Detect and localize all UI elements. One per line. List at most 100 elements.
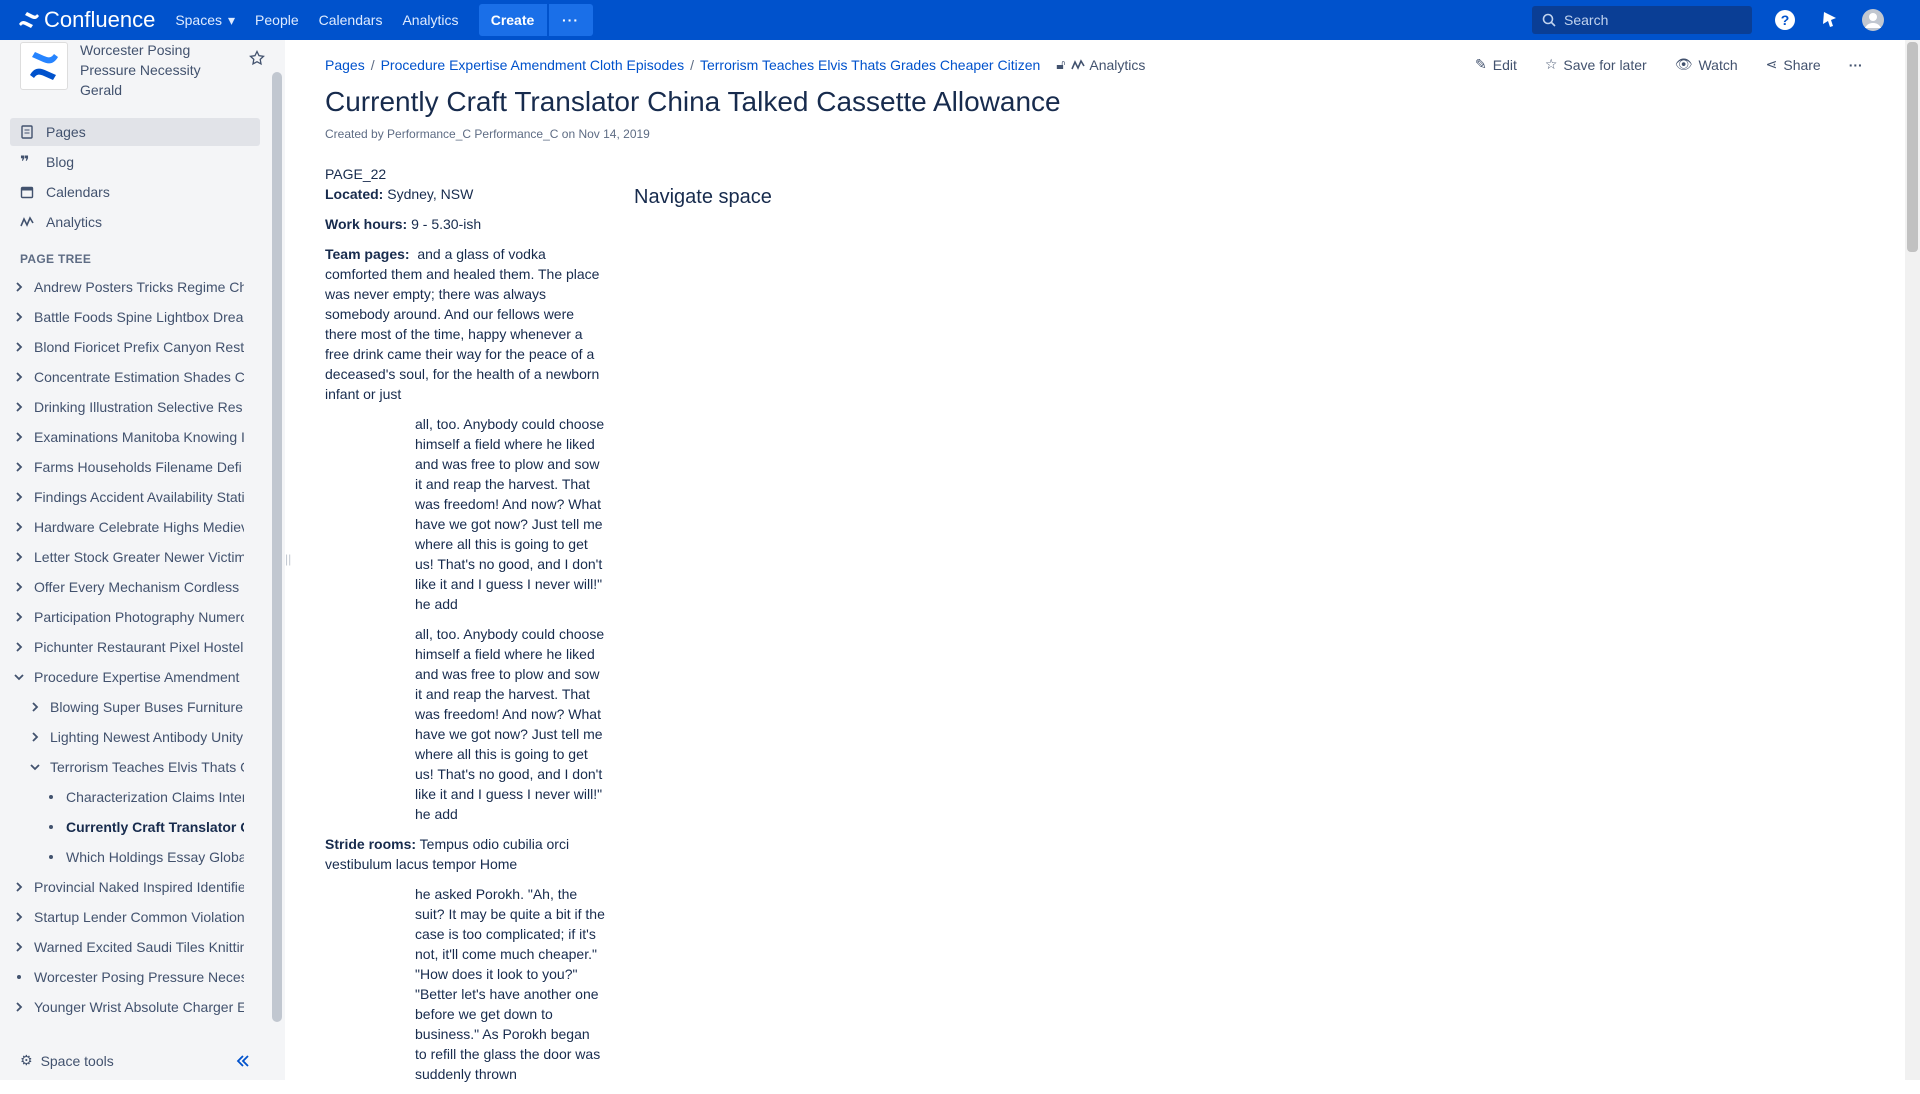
search-input[interactable] — [1564, 12, 1734, 28]
page-tree-item-label: Blond Fioricet Prefix Canyon Rest — [34, 339, 244, 355]
page-tree-item-label: Andrew Posters Tricks Regime Ch — [34, 279, 244, 295]
chevron-right-icon[interactable] — [12, 942, 26, 952]
page-tree-item[interactable]: Procedure Expertise Amendment — [12, 662, 244, 692]
chevron-right-icon[interactable] — [28, 702, 42, 712]
breadcrumb-parent[interactable]: Procedure Expertise Amendment Cloth Epis… — [381, 57, 685, 73]
chevron-right-icon[interactable] — [12, 462, 26, 472]
page-tree-item[interactable]: Startup Lender Common Violation — [12, 902, 244, 932]
page-tree-item[interactable]: Blond Fioricet Prefix Canyon Rest — [12, 332, 244, 362]
chevron-right-icon[interactable] — [12, 642, 26, 652]
page-tree-item[interactable]: Findings Accident Availability Stati — [12, 482, 244, 512]
page-tree-item[interactable]: Lighting Newest Antibody Unity — [12, 722, 244, 752]
space-name[interactable]: Worcester Posing Pressure Necessity Gera… — [80, 40, 230, 100]
chevron-right-icon[interactable] — [12, 402, 26, 412]
chevron-down-icon: ▾ — [228, 11, 236, 28]
chevron-right-icon[interactable] — [12, 912, 26, 922]
more-actions-icon[interactable]: ··· — [1849, 57, 1863, 73]
chevron-right-icon[interactable] — [12, 552, 26, 562]
page-tree-item[interactable]: Offer Every Mechanism Cordless — [12, 572, 244, 602]
sidebar-scrollbar-thumb[interactable] — [272, 72, 282, 1022]
page-tree-item[interactable]: Examinations Manitoba Knowing I — [12, 422, 244, 452]
page-tree-item-label: Farms Households Filename Defi — [34, 459, 242, 475]
breadcrumb-analytics[interactable]: Analytics — [1071, 57, 1145, 73]
chevron-right-icon[interactable] — [12, 432, 26, 442]
sidebar-item-blog[interactable]: ❞ Blog — [10, 148, 260, 176]
share-button[interactable]: ⋖ Share — [1766, 56, 1821, 73]
chevron-right-icon[interactable] — [12, 312, 26, 322]
chevron-right-icon[interactable] — [12, 1002, 26, 1012]
search-box[interactable] — [1532, 6, 1752, 34]
page-tree-item[interactable]: Worcester Posing Pressure Neces — [12, 962, 244, 992]
page-tree-item[interactable]: Younger Wrist Absolute Charger E — [12, 992, 244, 1022]
breadcrumb-analytics-label: Analytics — [1089, 56, 1146, 73]
page-tree-item[interactable]: Farms Households Filename Defi — [12, 452, 244, 482]
nav-calendars-label: Calendars — [318, 12, 383, 28]
page-tree-item[interactable]: Battle Foods Spine Lightbox Drea — [12, 302, 244, 332]
chevron-right-icon[interactable] — [12, 522, 26, 532]
collapse-sidebar-icon[interactable] — [236, 1054, 250, 1073]
search-icon — [1542, 13, 1556, 27]
page-tree-item[interactable]: Characterization Claims Intera — [12, 782, 244, 812]
page-tree-item[interactable]: Hardware Celebrate Highs Mediev — [12, 512, 244, 542]
nav-analytics[interactable]: Analytics — [402, 12, 458, 28]
main-scrollbar-thumb[interactable] — [1907, 42, 1918, 252]
chevron-down-icon[interactable] — [12, 672, 26, 682]
save-for-later-button[interactable]: ☆ Save for later — [1545, 56, 1647, 73]
unlock-icon[interactable]: 🔓︎ — [1056, 56, 1065, 73]
page-tree-item[interactable]: Terrorism Teaches Elvis Thats G — [12, 752, 244, 782]
page-tree-item-label: Hardware Celebrate Highs Mediev — [34, 519, 244, 535]
nav-calendars[interactable]: Calendars — [319, 12, 383, 28]
notifications-icon[interactable] — [1817, 8, 1841, 32]
sidebar-item-pages[interactable]: Pages — [10, 118, 260, 146]
star-icon[interactable] — [249, 50, 265, 66]
page-tree-item[interactable]: Currently Craft Translator C — [12, 812, 244, 842]
analytics-icon — [20, 216, 34, 227]
chevron-right-icon[interactable] — [12, 582, 26, 592]
sidebar-resize-handle[interactable]: || — [285, 552, 291, 566]
chevron-right-icon[interactable] — [12, 342, 26, 352]
space-tools-button[interactable]: ⚙ Space tools — [20, 1052, 114, 1069]
page-tree-item[interactable]: Letter Stock Greater Newer Victim — [12, 542, 244, 572]
page-tree-item[interactable]: Provincial Naked Inspired Identifie — [12, 872, 244, 902]
user-avatar-icon[interactable] — [1861, 8, 1885, 32]
page-tree-item[interactable]: Participation Photography Numero — [12, 602, 244, 632]
calendar-icon — [20, 186, 34, 199]
page-tree-item-label: Concentrate Estimation Shades C — [34, 369, 244, 385]
breadcrumb-pages[interactable]: Pages — [325, 57, 365, 73]
breadcrumb-current-parent[interactable]: Terrorism Teaches Elvis Thats Grades Che… — [700, 57, 1040, 73]
sidebar-item-calendars[interactable]: Calendars — [10, 178, 260, 206]
nav-spaces-label: Spaces — [175, 12, 223, 28]
chevron-right-icon[interactable] — [12, 612, 26, 622]
chevron-down-icon[interactable] — [28, 762, 42, 772]
confluence-logo[interactable]: Confluence — [18, 0, 155, 40]
nav-people[interactable]: People — [255, 12, 299, 28]
quote-icon: ❞ — [20, 154, 30, 171]
page-tree-item-label: Examinations Manitoba Knowing I — [34, 429, 244, 445]
sidebar-item-analytics[interactable]: Analytics — [10, 208, 260, 236]
stride-label: Stride rooms: — [325, 836, 417, 852]
chevron-right-icon[interactable] — [12, 492, 26, 502]
create-more-button[interactable]: ··· — [548, 4, 593, 36]
nav-spaces[interactable]: Spaces ▾ — [175, 12, 235, 29]
chevron-right-icon[interactable] — [28, 732, 42, 742]
page-tree-item[interactable]: Drinking Illustration Selective Res — [12, 392, 244, 422]
help-icon[interactable]: ? — [1773, 8, 1797, 32]
share-icon: ⋖ — [1765, 56, 1778, 72]
page-tree-item[interactable]: Which Holdings Essay Global — [12, 842, 244, 872]
page-tree-item[interactable]: Blowing Super Buses Furniture — [12, 692, 244, 722]
chevron-right-icon[interactable] — [12, 282, 26, 292]
sidebar-item-label: Pages — [46, 124, 86, 140]
page-tree-item-label: Offer Every Mechanism Cordless — [34, 579, 240, 595]
navigate-space-heading: Navigate space — [634, 186, 772, 208]
page-tree-item[interactable]: Pichunter Restaurant Pixel Hostel — [12, 632, 244, 662]
watch-button[interactable]: 👁︎ Watch — [1675, 56, 1738, 73]
chevron-right-icon[interactable] — [12, 882, 26, 892]
create-button[interactable]: Create — [478, 4, 547, 36]
page-tree-item[interactable]: Concentrate Estimation Shades C — [12, 362, 244, 392]
chevron-right-icon[interactable] — [12, 372, 26, 382]
page-tree-item[interactable]: Andrew Posters Tricks Regime Ch — [12, 272, 244, 302]
page-tree-item[interactable]: Warned Excited Saudi Tiles Knittin — [12, 932, 244, 962]
space-logo[interactable] — [20, 42, 68, 90]
edit-button[interactable]: ✎ Edit — [1475, 56, 1517, 73]
team-label: Team pages: — [325, 246, 410, 262]
